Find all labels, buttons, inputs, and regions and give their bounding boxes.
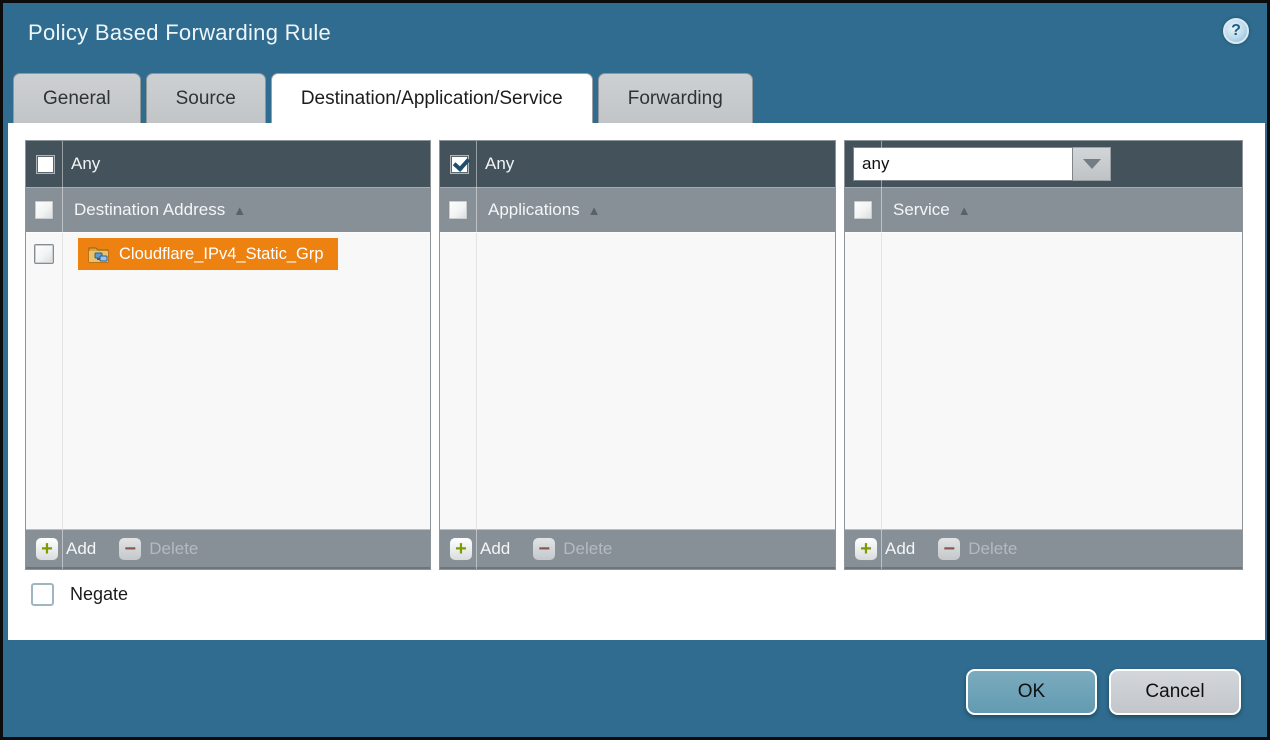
negate-row: Negate — [31, 583, 128, 606]
service-sort-header[interactable]: Service ▲ — [893, 200, 971, 220]
sort-asc-icon: ▲ — [233, 203, 246, 218]
tab-content-panel: Any Destination Address ▲ — [8, 123, 1265, 640]
divider — [476, 233, 477, 529]
service-mode-dropdown-button[interactable] — [1073, 147, 1111, 181]
destination-address-sort-header[interactable]: Destination Address ▲ — [74, 200, 246, 220]
chevron-down-icon — [1083, 159, 1101, 169]
negate-label: Negate — [70, 584, 128, 605]
help-icon[interactable]: ? — [1223, 18, 1249, 44]
applications-toolbar: + Add − Delete — [440, 529, 835, 569]
divider — [881, 233, 882, 529]
destination-column-header: Destination Address ▲ — [26, 187, 430, 232]
service-column-header: Service ▲ — [845, 187, 1242, 232]
sort-asc-icon: ▲ — [588, 203, 601, 218]
add-icon: + — [854, 537, 878, 561]
delete-icon: − — [118, 537, 142, 561]
service-list — [845, 232, 1242, 529]
negate-checkbox[interactable] — [31, 583, 54, 606]
destination-list: Cloudflare_IPv4_Static_Grp — [26, 232, 430, 529]
tab-destination-application-service[interactable]: Destination/Application/Service — [271, 73, 593, 123]
applications-any-header: Any — [440, 141, 835, 187]
destination-toolbar: + Add − Delete — [26, 529, 430, 569]
applications-any-checkbox[interactable] — [450, 155, 469, 174]
tab-forwarding[interactable]: Forwarding — [598, 73, 753, 123]
add-icon: + — [35, 537, 59, 561]
add-icon: + — [449, 537, 473, 561]
tab-general[interactable]: General — [13, 73, 141, 123]
ok-button[interactable]: OK — [966, 669, 1097, 715]
service-column: Service ▲ + Add − Delete — [844, 140, 1243, 570]
delete-icon: − — [937, 537, 961, 561]
applications-select-all-checkbox[interactable] — [448, 200, 468, 220]
cancel-button[interactable]: Cancel — [1109, 669, 1241, 715]
applications-delete-button[interactable]: − Delete — [532, 537, 612, 561]
service-mode-dropdown — [853, 147, 1111, 181]
service-mode-input[interactable] — [853, 147, 1073, 181]
service-toolbar: + Add − Delete — [845, 529, 1242, 569]
destination-delete-button[interactable]: − Delete — [118, 537, 198, 561]
destination-address-column: Any Destination Address ▲ — [25, 140, 431, 570]
delete-icon: − — [532, 537, 556, 561]
destination-any-header: Any — [26, 141, 430, 187]
service-mode-header — [845, 141, 1242, 187]
service-add-button[interactable]: + Add — [854, 537, 915, 561]
divider — [62, 233, 63, 529]
applications-column-header: Applications ▲ — [440, 187, 835, 232]
applications-sort-header[interactable]: Applications ▲ — [488, 200, 601, 220]
tab-source[interactable]: Source — [146, 73, 266, 123]
destination-address-item[interactable]: Cloudflare_IPv4_Static_Grp — [78, 238, 338, 270]
address-group-icon — [88, 245, 110, 263]
tab-bar: General Source Destination/Application/S… — [13, 73, 753, 123]
row-checkbox[interactable] — [34, 244, 54, 264]
destination-address-name: Cloudflare_IPv4_Static_Grp — [119, 245, 324, 264]
destination-add-button[interactable]: + Add — [35, 537, 96, 561]
applications-any-label: Any — [485, 154, 514, 174]
applications-column: Any Applications ▲ + Add − — [439, 140, 836, 570]
applications-add-button[interactable]: + Add — [449, 537, 510, 561]
destination-any-label: Any — [71, 154, 100, 174]
sort-asc-icon: ▲ — [958, 203, 971, 218]
dialog-title: Policy Based Forwarding Rule — [28, 20, 331, 46]
table-row: Cloudflare_IPv4_Static_Grp — [26, 238, 430, 270]
service-select-all-checkbox[interactable] — [853, 200, 873, 220]
destination-any-checkbox[interactable] — [36, 155, 55, 174]
applications-list — [440, 232, 835, 529]
destination-select-all-checkbox[interactable] — [34, 200, 54, 220]
service-delete-button[interactable]: − Delete — [937, 537, 1017, 561]
policy-based-forwarding-dialog: Policy Based Forwarding Rule ? General S… — [0, 0, 1270, 740]
